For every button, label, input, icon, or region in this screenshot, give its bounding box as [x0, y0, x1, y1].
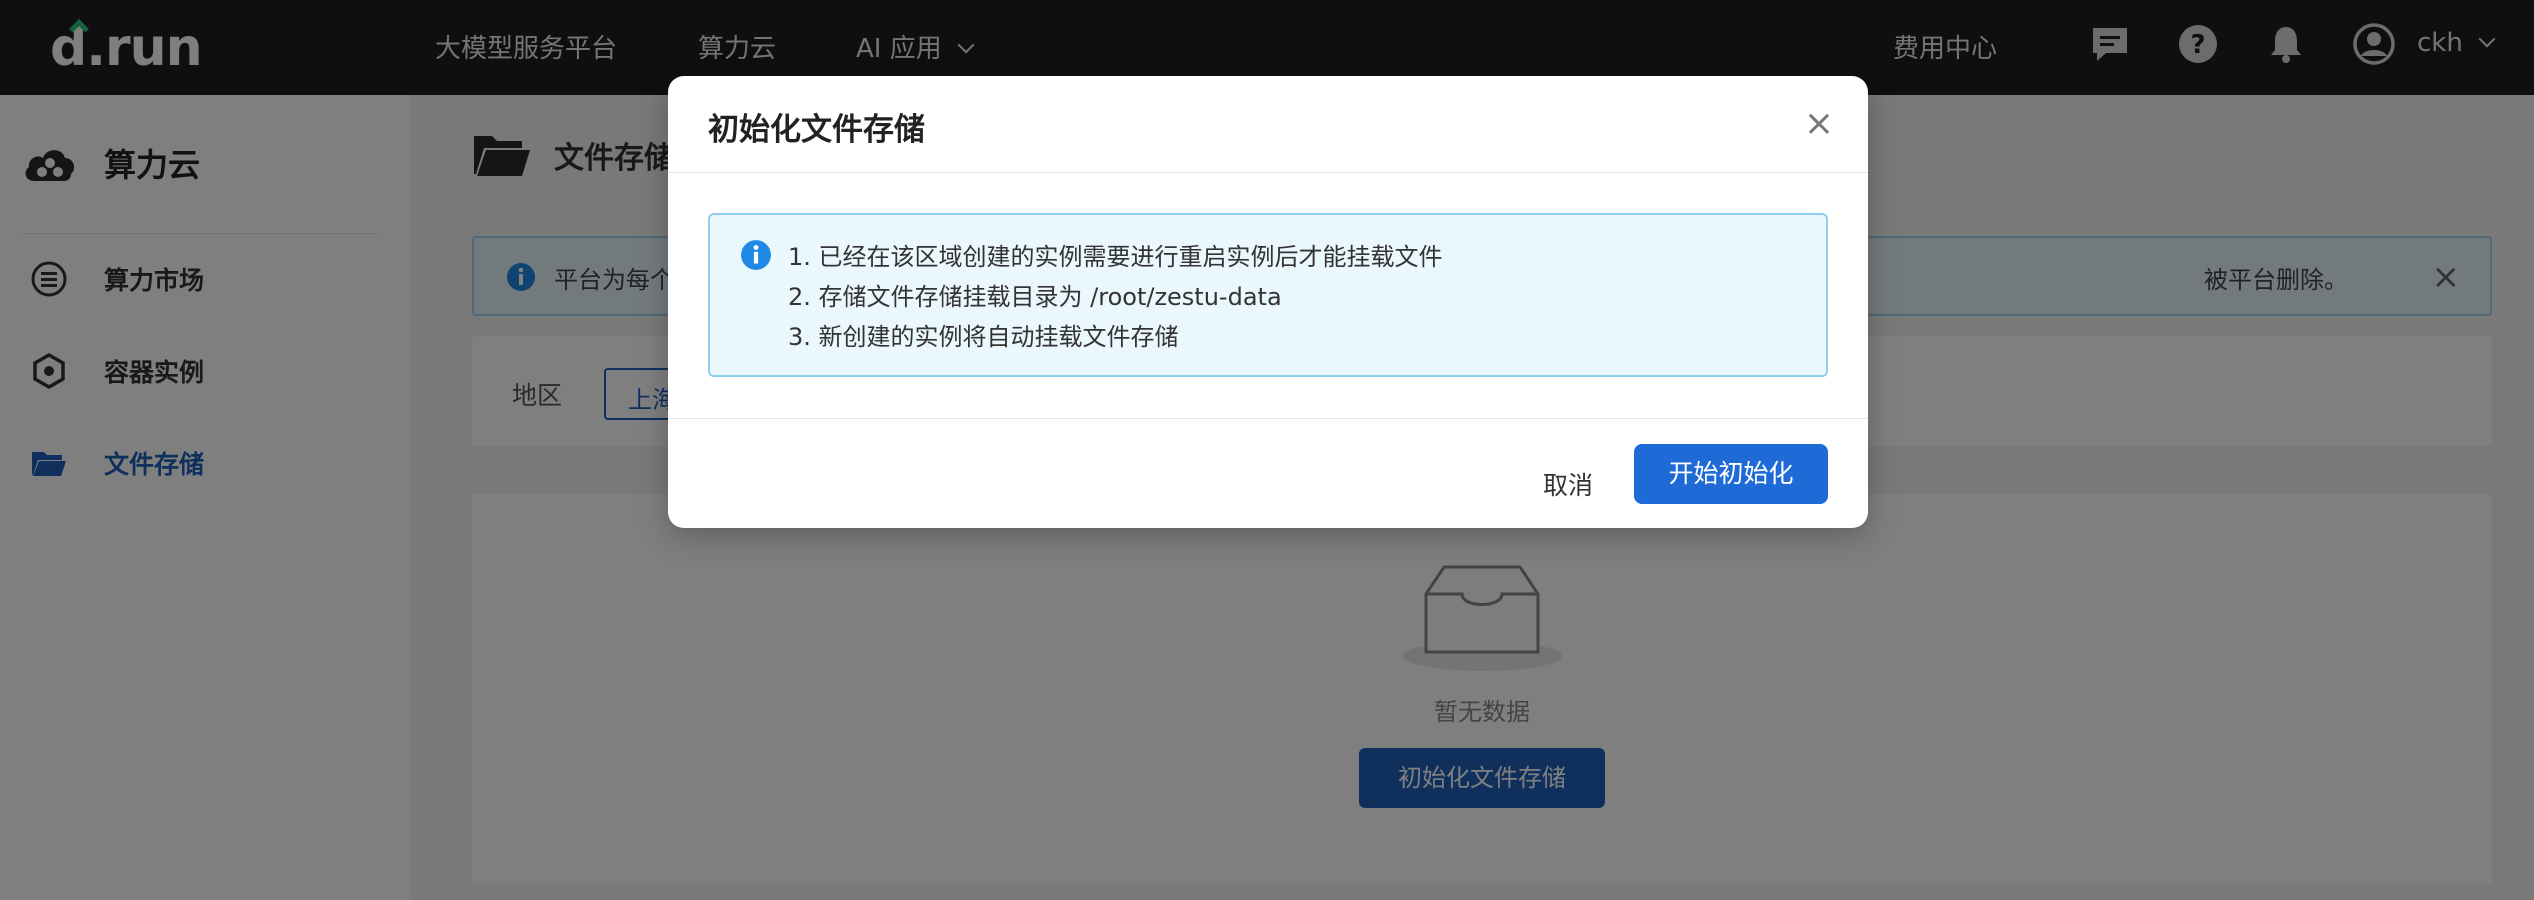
- info-icon: [741, 240, 771, 270]
- start-init-button[interactable]: 开始初始化: [1634, 444, 1828, 504]
- close-icon[interactable]: ×: [1804, 106, 1834, 142]
- dialog-info-box: 1. 已经在该区域创建的实例需要进行重启实例后才能挂载文件 2. 存储文件存储挂…: [708, 213, 1828, 377]
- info-line: 2. 存储文件存储挂载目录为 /root/zestu-data: [788, 283, 1282, 311]
- cancel-button[interactable]: 取消: [1508, 456, 1628, 516]
- dialog-info-lines: 1. 已经在该区域创建的实例需要进行重启实例后才能挂载文件 2. 存储文件存储挂…: [788, 237, 1443, 357]
- info-line: 1. 已经在该区域创建的实例需要进行重启实例后才能挂载文件: [788, 243, 1443, 271]
- dialog-title: 初始化文件存储: [708, 112, 925, 148]
- info-line: 3. 新创建的实例将自动挂载文件存储: [788, 323, 1179, 351]
- init-storage-dialog: 初始化文件存储 × 1. 已经在该区域创建的实例需要进行重启实例后才能挂载文件 …: [668, 76, 1868, 528]
- dialog-divider: [668, 418, 1868, 419]
- dialog-divider: [668, 172, 1868, 173]
